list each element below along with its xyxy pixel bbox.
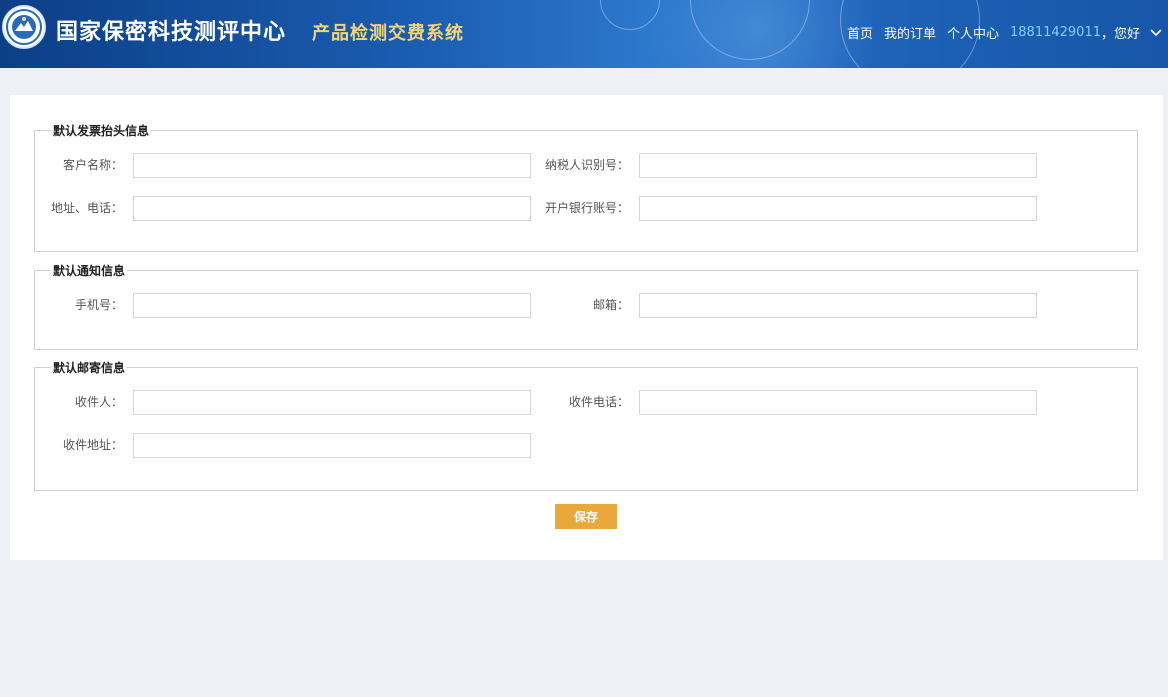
org-logo [2,5,46,49]
notify-section-legend: 默认通知信息 [51,263,128,279]
email-input[interactable] [639,293,1037,318]
bank-account-label: 开户银行账号： [544,201,629,215]
save-button[interactable]: 保存 [555,504,617,529]
recipient-input[interactable] [133,390,531,415]
notify-section: 默认通知信息 手机号： 邮箱： [34,263,1138,350]
recipient-label: 收件人： [74,395,123,409]
mobile-label: 手机号： [74,298,123,312]
mobile-input[interactable] [133,293,531,318]
address-phone-input[interactable] [133,196,531,221]
settings-card: 默认发票抬头信息 客户名称： 纳税人识别号： 地址、电话： 开户银行账号： 默认… [10,95,1163,560]
recipient-address-label: 收件地址： [62,438,123,452]
user-phone[interactable]: 18811429011 [1010,25,1101,40]
nav-home-link[interactable]: 首页 [847,23,873,42]
bank-account-input[interactable] [639,196,1037,221]
customer-name-input[interactable] [133,153,531,178]
recipient-phone-label: 收件电话： [568,395,629,409]
customer-name-label: 客户名称： [62,158,123,172]
org-emblem-icon [6,9,42,45]
top-header: 国家保密科技测评中心 产品检测交费系统 首页 我的订单 个人中心 1881142… [0,0,1168,68]
user-greeting[interactable]: ，您好 [1101,23,1140,42]
top-nav: 首页 我的订单 个人中心 18811429011 ，您好 [847,22,1168,42]
invoice-section-legend: 默认发票抬头信息 [51,123,152,139]
nav-my-orders-link[interactable]: 我的订单 [884,23,936,42]
system-title: 产品检测交费系统 [312,23,464,44]
invoice-section: 默认发票抬头信息 客户名称： 纳税人识别号： 地址、电话： 开户银行账号： [34,123,1138,252]
org-title: 国家保密科技测评中心 [56,20,287,45]
address-phone-label: 地址、电话： [50,201,123,215]
email-label: 邮箱： [592,298,629,312]
recipient-address-input[interactable] [133,433,531,458]
mailing-section-legend: 默认邮寄信息 [51,360,128,376]
nav-personal-center-link[interactable]: 个人中心 [947,23,999,42]
taxpayer-id-input[interactable] [639,153,1037,178]
recipient-phone-input[interactable] [639,390,1037,415]
mailing-section: 默认邮寄信息 收件人： 收件电话： 收件地址： [34,360,1138,491]
chevron-down-icon[interactable] [1148,24,1164,40]
taxpayer-id-label: 纳税人识别号： [544,158,629,172]
